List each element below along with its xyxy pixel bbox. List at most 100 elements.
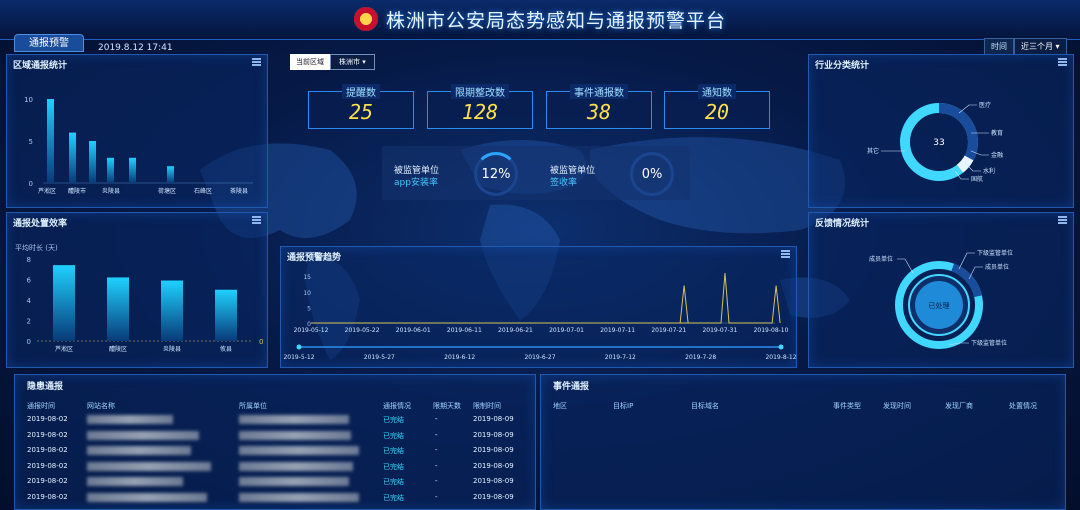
column-header: 所属单位 [239,402,267,410]
column-header: 发现时间 [883,402,911,410]
x-tick-label: 2019-07-31 [702,327,737,334]
limit-days: - [435,492,438,501]
x-tick-label: 炎陵县 [102,187,120,195]
bar [107,157,114,183]
y-tick-label: 2 [27,318,31,326]
bar [161,280,183,341]
redacted-unit-name [239,415,349,424]
x-tick-label: 荷塘区 [158,187,176,195]
limit-date: 2019-08-09 [473,446,514,454]
x-tick-label: 醴陵区 [109,345,127,353]
donut-label: 水利 [983,167,995,175]
redacted-site-name [87,477,183,486]
police-emblem-icon [353,7,378,31]
stat-events[interactable]: 事件通报数 38 [546,84,652,129]
zone-filter[interactable]: 当前区域 株洲市 ▾ [290,54,375,70]
limit-date: 2019-08-09 [473,477,514,485]
x-tick-label: 芦淞区 [38,187,56,195]
redacted-site-name [87,430,199,440]
bar [53,265,75,341]
trend-line-chart: 1510502019-05-12 2019-05-22 2019-06-01 2019… [283,272,797,361]
app-install-rate-label: 被监管单位 app安装率 [394,166,440,188]
limit-date: 2019-08-09 [473,461,514,470]
slider-label: 2019-5-27 [364,354,395,361]
stat-label: 限期整改数 [451,84,509,99]
stat-value: 20 [704,100,730,124]
slider-label: 2019-8-12 [765,354,796,361]
report-time: 2019-08-02 [27,415,68,423]
donut-label: 下级监管单位 [977,249,1013,257]
stat-notices[interactable]: 通知数 20 [664,84,770,129]
table-row[interactable]: 2019-08-02 已完结 - 2019-08-09 [15,444,535,458]
limit-days: - [435,461,438,470]
report-status: 已完结 [383,416,404,424]
column-header: 事件类型 [833,402,861,410]
donut-label: 其它 [867,147,879,155]
dashboard: 株洲市公安局态势感知与通报预警平台 通报预警 2019.8.12 17:41 时… [0,0,1080,510]
efficiency-bar-chart: 8 6 4 2 0 0 芦淞区 醴陵区 炎陵县 攸县 [27,256,264,353]
feedback-panel: 反馈情况统计 已处理 成员单位 下级监管单位 成员单位 下级监管单位 [808,212,1074,368]
y-tick-label: 0 [29,180,33,188]
report-time: 2019-08-02 [27,430,68,439]
top-bar: 株洲市公安局态势感知与通报预警平台 [0,0,1080,40]
redacted-site-name [87,415,173,424]
range-slider-handle-start [296,344,302,350]
report-status: 已完结 [383,447,404,455]
column-header: 网站名称 [87,402,115,410]
column-header: 处置情况 [1009,402,1037,410]
slider-label: 2019-7-12 [605,354,636,361]
stat-label: 事件通报数 [570,84,628,99]
slider-label: 2019-6-27 [524,354,555,361]
stat-label: 提醒数 [342,84,380,99]
x-tick-label: 2019-06-21 [498,327,533,334]
stat-reminders[interactable]: 提醒数 25 [308,84,414,129]
tab-warning[interactable]: 通报预警 [14,34,84,52]
x-tick-label: 醴陵市 [68,187,86,195]
stat-label: 通知数 [698,84,736,99]
x-tick-label: 2019-07-11 [600,327,635,334]
bar [215,289,237,341]
table-row[interactable]: 2019-08-02 已完结 - 2019-08-09 [15,429,535,443]
x-tick-label: 炎陵县 [163,345,181,353]
donut-label: 金融 [991,151,1003,159]
donut-center-value: 已处理 [929,301,950,310]
y-tick-label: 10 [303,290,311,297]
time-filter[interactable]: 时间 近三个月 ▾ [984,38,1067,55]
industry-panel: 行业分类统计 33 医疗 教育 金融 水利 国航 其它 [808,54,1074,208]
y-tick-label: 6 [27,277,32,285]
panel-title: 事件通报 [553,382,590,392]
donut-label: 成员单位 [869,255,893,263]
report-status: 已完结 [383,478,404,486]
table-row[interactable]: 2019-08-02 已完结 - 2019-08-09 [15,413,535,427]
table-row[interactable]: 2019-08-02 已完结 - 2019-08-09 [15,475,535,489]
limit-date: 2019-08-09 [473,415,514,423]
table-row[interactable]: 2019-08-02 已完结 - 2019-08-09 [15,491,535,505]
stat-rectifications[interactable]: 限期整改数 128 [427,84,533,129]
limit-days: - [435,415,438,423]
time-filter-select[interactable]: 近三个月 ▾ [1014,38,1067,55]
limit-days: - [435,430,438,439]
report-time: 2019-08-02 [27,461,68,470]
slider-label: 2019-7-28 [685,354,716,361]
table-row[interactable]: 2019-08-02 已完结 - 2019-08-09 [15,460,535,474]
donut-center-value: 33 [933,138,944,148]
x-tick-label: 石峰区 [194,187,212,195]
column-header: 地区 [553,402,567,410]
app-install-rate-ring: 12% [474,152,518,196]
redacted-site-name [87,446,191,455]
column-header: 目标域名 [691,402,719,410]
limit-date: 2019-08-09 [473,430,514,439]
redacted-unit-name [239,430,351,440]
slider-label: 2019-6-12 [444,354,475,361]
bar [129,157,136,183]
zone-filter-select[interactable]: 株洲市 ▾ [330,54,375,70]
zone-filter-label: 当前区域 [290,54,330,70]
report-time: 2019-08-02 [27,492,68,501]
redacted-unit-name [239,446,359,455]
redacted-site-name [87,461,211,471]
limit-days: - [435,477,438,485]
redacted-unit-name [239,492,359,502]
industry-donut: 33 医疗 教育 金融 水利 国航 其它 [867,101,1003,183]
bar [69,132,76,183]
column-header: 通报情况 [383,402,411,410]
